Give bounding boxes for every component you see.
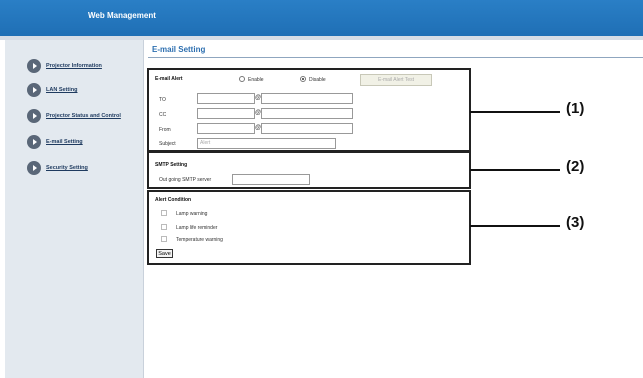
subject-label: Subject bbox=[159, 141, 176, 147]
temperature-warning-label: Temperature warning bbox=[176, 237, 223, 243]
sidebar-item-email-setting[interactable]: E-mail Setting bbox=[27, 135, 83, 149]
main-content: E-mail Setting E-mail Alert Enable Disab… bbox=[144, 40, 643, 378]
title-divider bbox=[148, 57, 643, 58]
arrow-right-icon bbox=[27, 161, 41, 175]
cc-user-field[interactable] bbox=[197, 108, 255, 119]
arrow-right-icon bbox=[27, 135, 41, 149]
page-title: E-mail Setting bbox=[152, 45, 206, 54]
subject-field[interactable]: Alert bbox=[197, 138, 336, 149]
header-bar: Web Management bbox=[0, 0, 643, 36]
temperature-warning-checkbox[interactable] bbox=[161, 236, 167, 242]
callout-label-2: (2) bbox=[566, 158, 585, 175]
disable-radio[interactable] bbox=[300, 76, 306, 82]
to-label: TO bbox=[159, 97, 166, 103]
smtp-server-label: Out going SMTP server bbox=[159, 177, 212, 183]
sidebar-item-label[interactable]: E-mail Setting bbox=[46, 139, 83, 145]
enable-radio[interactable] bbox=[239, 76, 245, 82]
email-alert-section: E-mail Alert Enable Disable E-mail Alert… bbox=[147, 68, 471, 152]
arrow-right-icon bbox=[27, 59, 41, 73]
email-alert-heading: E-mail Alert bbox=[155, 76, 183, 82]
alert-condition-heading: Alert Condition bbox=[155, 197, 192, 203]
to-domain-field[interactable] bbox=[261, 93, 353, 104]
sidebar: Projector Information LAN Setting Projec… bbox=[5, 40, 144, 378]
app-title: Web Management bbox=[88, 11, 156, 20]
disable-label: Disable bbox=[309, 77, 326, 83]
lamp-life-reminder-label: Lamp life reminder bbox=[176, 225, 218, 231]
sidebar-item-label[interactable]: Projector Status and Control bbox=[46, 113, 121, 119]
sidebar-item-lan-setting[interactable]: LAN Setting bbox=[27, 83, 77, 97]
cc-domain-field[interactable] bbox=[261, 108, 353, 119]
from-label: From bbox=[159, 127, 171, 133]
to-user-field[interactable] bbox=[197, 93, 255, 104]
smtp-server-field[interactable] bbox=[232, 174, 310, 185]
sidebar-item-projector-status[interactable]: Projector Status and Control bbox=[27, 109, 121, 123]
email-alert-test-button[interactable]: E-mail Alert Test bbox=[360, 74, 432, 86]
sidebar-item-label[interactable]: Projector Information bbox=[46, 63, 102, 69]
smtp-setting-section: SMTP Setting Out going SMTP server bbox=[147, 151, 471, 189]
callout-line-2 bbox=[470, 169, 560, 171]
smtp-heading: SMTP Setting bbox=[155, 162, 188, 168]
callout-line-3 bbox=[470, 225, 560, 227]
sidebar-item-label[interactable]: Security Setting bbox=[46, 165, 88, 171]
from-domain-field[interactable] bbox=[261, 123, 353, 134]
sidebar-item-security-setting[interactable]: Security Setting bbox=[27, 161, 88, 175]
alert-condition-section: Alert Condition Lamp warning Lamp life r… bbox=[147, 190, 471, 265]
sidebar-item-projector-information[interactable]: Projector Information bbox=[27, 59, 102, 73]
save-button[interactable]: Save bbox=[156, 249, 173, 258]
lamp-warning-checkbox[interactable] bbox=[161, 210, 167, 216]
callout-line-1 bbox=[470, 111, 560, 113]
lamp-life-reminder-checkbox[interactable] bbox=[161, 224, 167, 230]
enable-label: Enable bbox=[248, 77, 264, 83]
sidebar-item-label[interactable]: LAN Setting bbox=[46, 87, 77, 93]
callout-label-3: (3) bbox=[566, 214, 585, 231]
cc-label: CC bbox=[159, 112, 167, 118]
arrow-right-icon bbox=[27, 83, 41, 97]
from-user-field[interactable] bbox=[197, 123, 255, 134]
lamp-warning-label: Lamp warning bbox=[176, 211, 208, 217]
callout-label-1: (1) bbox=[566, 100, 585, 117]
arrow-right-icon bbox=[27, 109, 41, 123]
